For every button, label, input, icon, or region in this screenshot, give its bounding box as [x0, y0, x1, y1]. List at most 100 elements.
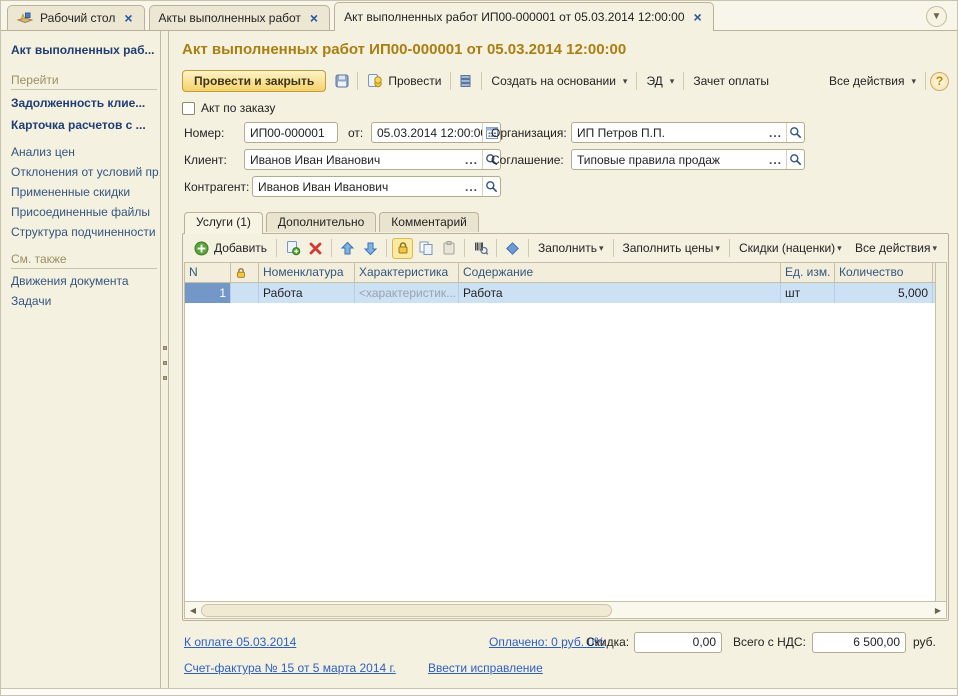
- client-field[interactable]: Иванов Иван Иванович ...: [244, 149, 501, 170]
- chevron-down-icon: ▾: [670, 76, 675, 87]
- tab-desktop[interactable]: Рабочий стол ×: [7, 5, 145, 30]
- sidebar-item-price-analysis[interactable]: Анализ цен: [11, 142, 156, 162]
- copy-icon: [418, 240, 434, 256]
- cell-nomenclature[interactable]: Работа: [259, 283, 355, 303]
- search-icon[interactable]: [482, 177, 500, 196]
- cell-characteristic[interactable]: <характеристик...: [355, 283, 459, 303]
- sidebar-item-settlement-card[interactable]: Карточка расчетов с ...: [11, 114, 156, 136]
- tab-additional[interactable]: Дополнительно: [266, 212, 376, 232]
- payment-offset-button[interactable]: Зачет оплаты: [688, 72, 774, 90]
- lookup-dots-button[interactable]: ...: [461, 153, 482, 167]
- correction-link[interactable]: Ввести исправление: [428, 658, 543, 679]
- discount-field[interactable]: 0,00: [634, 632, 722, 653]
- lookup-dots-button[interactable]: ...: [461, 180, 482, 194]
- column-header-n[interactable]: N: [185, 263, 231, 282]
- sidebar-item-deviations[interactable]: Отклонения от условий пр...: [11, 162, 156, 182]
- close-icon[interactable]: ×: [122, 12, 134, 24]
- column-header-lock[interactable]: [231, 263, 259, 282]
- document-movements-button[interactable]: [455, 70, 477, 92]
- cell-row-number[interactable]: 1: [185, 283, 231, 303]
- all-actions-button[interactable]: Все действия ▾: [824, 72, 921, 90]
- grid-body[interactable]: 1 Работа <характеристик... Работа шт 5,0…: [185, 283, 935, 601]
- sidebar-item-subordination[interactable]: Структура подчиненности: [11, 222, 156, 242]
- lookup-dots-button[interactable]: ...: [765, 153, 786, 167]
- copy-document-add-icon: [285, 240, 301, 256]
- sidebar-item-document-movements[interactable]: Движения документа: [11, 271, 156, 291]
- add-by-copy-button[interactable]: [282, 238, 303, 259]
- lock-toggle-button[interactable]: [392, 238, 413, 259]
- post-and-close-button[interactable]: Провести и закрыть: [182, 70, 326, 92]
- vertical-scrollbar[interactable]: [935, 263, 946, 601]
- detail-tabs: Услуги (1) Дополнительно Комментарий: [182, 212, 949, 233]
- grid-all-actions-button[interactable]: Все действия ▾: [850, 241, 942, 255]
- scroll-left-icon[interactable]: ◀: [185, 602, 201, 618]
- horizontal-scrollbar[interactable]: ◀ ▶: [185, 601, 946, 618]
- arrow-up-icon: [340, 241, 355, 256]
- column-header-quantity[interactable]: Количество: [835, 263, 933, 282]
- organization-field[interactable]: ИП Петров П.П. ...: [571, 122, 805, 143]
- column-header-nomenclature[interactable]: Номенклатура: [259, 263, 355, 282]
- tab-acts-list[interactable]: Акты выполненных работ ×: [149, 5, 331, 30]
- header-fields: Номер: ИП00-000001 от: 05.03.2014 12:00:…: [182, 122, 949, 204]
- save-button[interactable]: [331, 70, 353, 92]
- cell-lock[interactable]: [231, 283, 259, 303]
- reorder-button[interactable]: [502, 238, 523, 259]
- add-row-button[interactable]: Добавить: [189, 239, 272, 258]
- act-by-order-checkbox[interactable]: [182, 102, 195, 115]
- scrollbar-thumb[interactable]: [201, 604, 612, 617]
- cell-unit[interactable]: шт: [781, 283, 835, 303]
- lookup-dots-button[interactable]: ...: [765, 126, 786, 140]
- sidebar-splitter[interactable]: [161, 31, 169, 688]
- sidebar-item-tasks[interactable]: Задачи: [11, 291, 156, 311]
- table-row[interactable]: 1 Работа <характеристик... Работа шт 5,0…: [185, 283, 935, 303]
- fill-button[interactable]: Заполнить ▾: [533, 241, 608, 255]
- column-header-content[interactable]: Содержание: [459, 263, 781, 282]
- number-field[interactable]: ИП00-000001: [244, 122, 338, 143]
- sidebar-item-attached-files[interactable]: Присоединенные файлы: [11, 202, 156, 222]
- search-icon[interactable]: [786, 123, 804, 142]
- move-up-button[interactable]: [337, 238, 358, 259]
- barcode-search-button[interactable]: [470, 238, 491, 259]
- help-button[interactable]: ?: [930, 72, 949, 91]
- tab-overflow-button[interactable]: ▼: [926, 6, 947, 27]
- move-down-button[interactable]: [360, 238, 381, 259]
- tab-comment[interactable]: Комментарий: [379, 212, 479, 232]
- sidebar-item-applied-discounts[interactable]: Примененные скидки: [11, 182, 156, 202]
- chevron-down-icon: ▼: [932, 11, 942, 22]
- discounts-button[interactable]: Скидки (наценки) ▾: [734, 241, 847, 255]
- column-header-characteristic[interactable]: Характеристика: [355, 263, 459, 282]
- date-label: от:: [348, 122, 363, 144]
- search-icon[interactable]: [786, 150, 804, 169]
- tab-act-document[interactable]: Акт выполненных работ ИП00-000001 от 05.…: [334, 2, 714, 31]
- close-icon[interactable]: ×: [308, 12, 320, 24]
- delete-row-button[interactable]: [305, 238, 326, 259]
- lock-icon: [235, 267, 254, 279]
- delete-x-icon: [309, 242, 322, 255]
- sidebar-item-debt[interactable]: Задолженность клие...: [11, 92, 156, 114]
- paste-row-button[interactable]: [438, 238, 459, 259]
- column-header-unit[interactable]: Ед. изм.: [781, 263, 835, 282]
- scroll-right-icon[interactable]: ▶: [930, 602, 946, 618]
- post-button[interactable]: Провести: [362, 71, 446, 91]
- ed-button[interactable]: ЭД ▾: [641, 72, 679, 90]
- invoice-link[interactable]: Счет-фактура № 15 от 5 марта 2014 г.: [184, 658, 396, 679]
- total-field[interactable]: 6 500,00: [812, 632, 906, 653]
- lock-icon: [396, 241, 410, 255]
- sidebar-section-see-also: См. также: [11, 252, 157, 269]
- tab-label: Акт выполненных работ ИП00-000001 от 05.…: [344, 10, 684, 24]
- close-icon[interactable]: ×: [692, 11, 704, 23]
- counterparty-field[interactable]: Иванов Иван Иванович ...: [252, 176, 501, 197]
- pay-date-link[interactable]: К оплате 05.03.2014: [184, 632, 296, 653]
- window-tabbar: Рабочий стол × Акты выполненных работ × …: [1, 1, 957, 31]
- arrow-down-icon: [363, 241, 378, 256]
- copy-row-button[interactable]: [415, 238, 436, 259]
- date-field[interactable]: 05.03.2014 12:00:00: [371, 122, 501, 143]
- agreement-field[interactable]: Типовые правила продаж ...: [571, 149, 805, 170]
- grid-header-row: N Номенклатура: [185, 263, 935, 283]
- cell-quantity[interactable]: 5,000: [835, 283, 933, 303]
- tab-services[interactable]: Услуги (1): [184, 212, 263, 234]
- app-body: Акт выполненных раб... Перейти Задолженн…: [1, 31, 957, 688]
- cell-content[interactable]: Работа: [459, 283, 781, 303]
- fill-prices-button[interactable]: Заполнить цены ▾: [618, 241, 725, 255]
- create-based-on-button[interactable]: Создать на основании ▾: [486, 72, 632, 90]
